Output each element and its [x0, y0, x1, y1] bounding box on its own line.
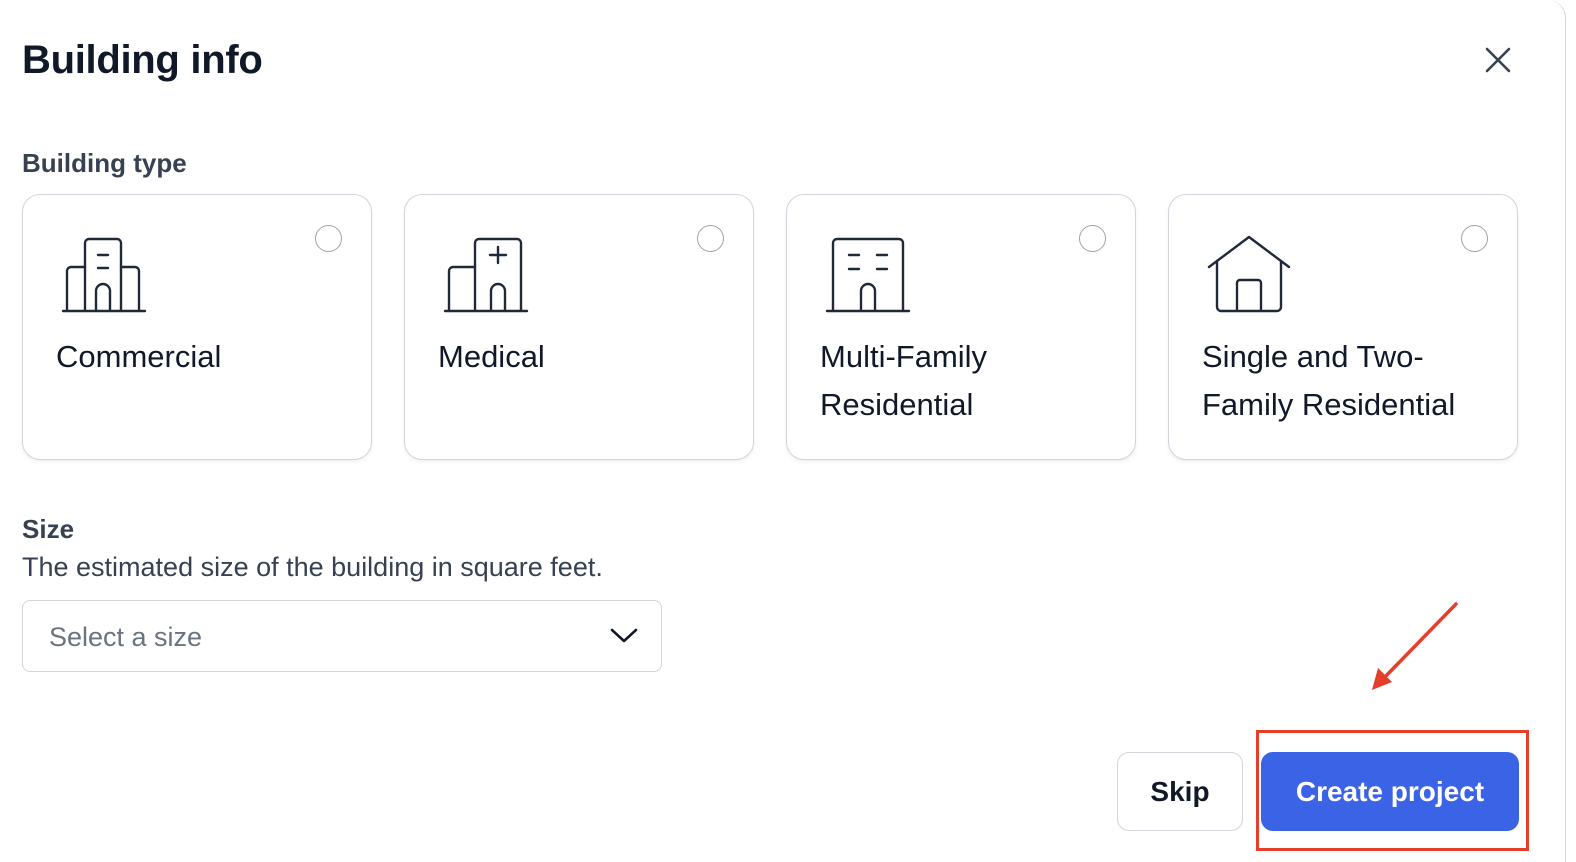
radio-multi-family[interactable]: [1079, 225, 1106, 252]
size-select[interactable]: Select a size: [22, 600, 662, 672]
chevron-down-icon: [610, 628, 638, 643]
medical-building-icon: [443, 237, 529, 313]
radio-medical[interactable]: [697, 225, 724, 252]
building-type-label: Building type: [22, 148, 187, 178]
building-type-label-commercial: Commercial: [56, 339, 222, 374]
create-project-button[interactable]: Create project: [1261, 752, 1519, 831]
building-type-card-medical[interactable]: Medical: [404, 194, 754, 460]
radio-commercial[interactable]: [315, 225, 342, 252]
building-type-card-commercial[interactable]: Commercial: [22, 194, 372, 460]
annotation-arrow-icon: [1372, 602, 1458, 690]
house-icon: [1207, 235, 1291, 313]
size-select-placeholder: Select a size: [49, 622, 203, 652]
building-type-label-multi-family: Multi-Family Residential: [820, 339, 988, 422]
building-info-dialog: Building info Building type Commercial M…: [0, 0, 1566, 862]
close-icon: [1485, 47, 1511, 73]
skip-button[interactable]: Skip: [1117, 752, 1243, 831]
building-type-label-single-two-family: Single and Two-Family Residential: [1202, 339, 1456, 422]
radio-single-two-family[interactable]: [1461, 225, 1488, 252]
commercial-building-icon: [61, 237, 147, 313]
size-description: The estimated size of the building in sq…: [22, 552, 603, 582]
close-button[interactable]: [1478, 40, 1518, 80]
dialog-title: Building info: [22, 38, 263, 82]
building-type-label-medical: Medical: [438, 339, 545, 374]
apartment-building-icon: [825, 237, 911, 313]
building-type-card-single-two-family[interactable]: Single and Two-Family Residential: [1168, 194, 1518, 460]
building-type-card-multi-family[interactable]: Multi-Family Residential: [786, 194, 1136, 460]
size-label: Size: [22, 514, 75, 544]
